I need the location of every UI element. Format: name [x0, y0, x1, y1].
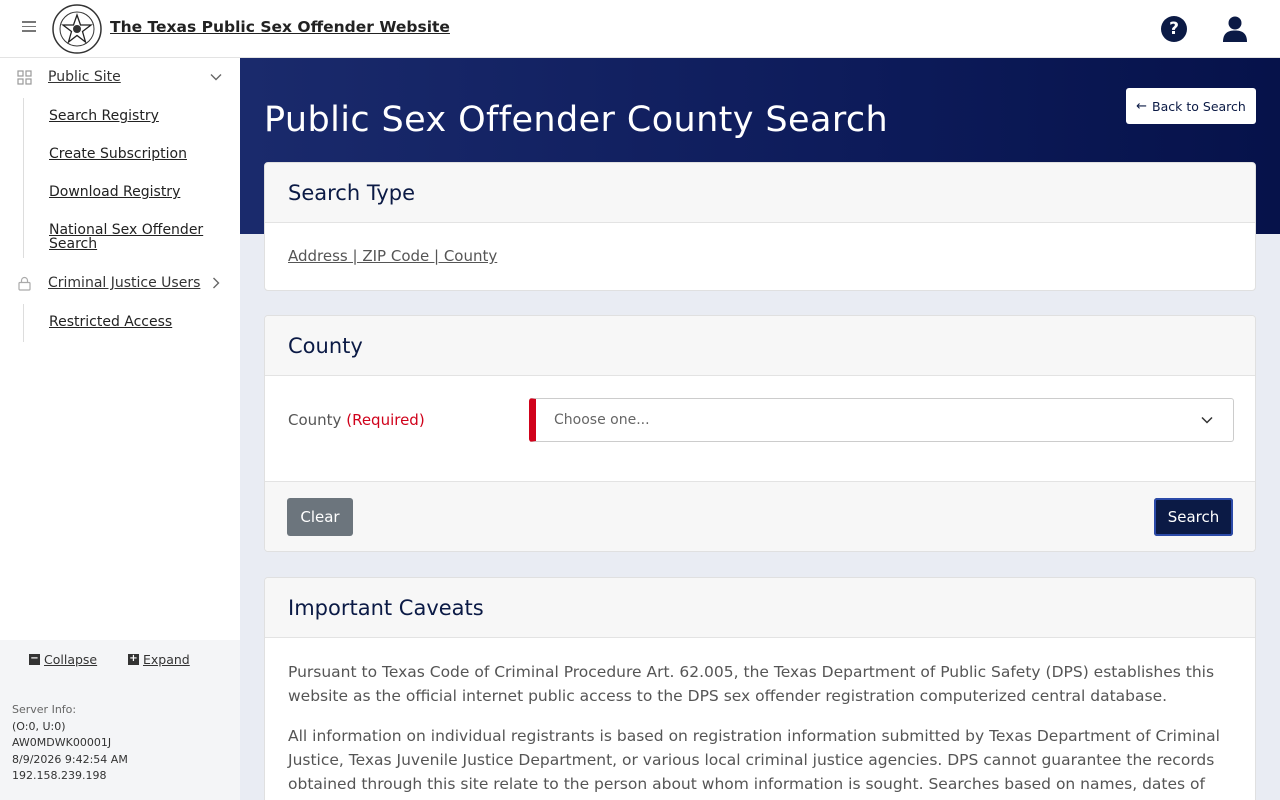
grid-icon [17, 69, 32, 85]
page-title: Public Sex Offender County Search [264, 100, 889, 140]
site-title-link[interactable]: The Texas Public Sex Offender Website [110, 18, 450, 36]
sidebar-group-public-site[interactable]: Public Site [0, 59, 240, 95]
sidebar-item-national-search[interactable]: National Sex Offender Search [49, 223, 219, 251]
clear-button[interactable]: Clear [287, 498, 353, 536]
county-select-value: Choose one... [554, 412, 650, 428]
back-button-label: Back to Search [1152, 98, 1246, 114]
server-info-label: Server Info: [12, 703, 77, 716]
required-marker: (Required) [346, 411, 425, 429]
arrow-left-icon: ← [1136, 98, 1148, 114]
search-type-links[interactable]: Address | ZIP Code | County [288, 247, 497, 265]
caveat-paragraph: All information on individual registrant… [288, 727, 1220, 793]
search-button[interactable]: Search [1154, 498, 1233, 536]
collapse-label: Collapse [44, 652, 98, 667]
caveats-heading: Important Caveats [288, 595, 484, 620]
card-footer: Clear Search [265, 481, 1255, 551]
chevron-down-icon [1201, 416, 1213, 424]
collapse-link[interactable]: − Collapse [29, 652, 97, 667]
server-info: Server Info: (O:0, U:0) AW0MDWK00001J 8/… [12, 702, 128, 785]
county-card: County County (Required) Choose one... C… [264, 315, 1256, 552]
user-icon[interactable] [1222, 15, 1248, 43]
chevron-right-icon [213, 277, 220, 289]
sidebar-item-restricted-access[interactable]: Restricted Access [49, 315, 172, 329]
question-circle-icon[interactable]: ? [1161, 16, 1187, 42]
server-info-line: AW0MDWK00001J [12, 736, 112, 749]
menu-icon[interactable] [22, 21, 36, 35]
sidebar-group-label: Public Site [48, 69, 121, 85]
caveat-paragraph: Pursuant to Texas Code of Criminal Proce… [288, 663, 1215, 705]
server-info-line: 8/9/2026 9:42:54 AM [12, 752, 128, 766]
back-to-search-button[interactable]: ← Back to Search [1126, 88, 1256, 124]
minus-icon: − [29, 653, 40, 665]
sidebar: Public Site Search Registry Create Subsc… [0, 58, 240, 800]
search-type-card: Search Type Address | ZIP Code | County [264, 162, 1256, 291]
sidebar-group-label: Criminal Justice Users [48, 275, 201, 291]
county-label-text: County [288, 411, 342, 429]
card-header: Search Type [265, 163, 1255, 223]
county-field-label: County (Required) [288, 411, 425, 429]
nav-divider [23, 304, 24, 342]
expand-label: Expand [143, 652, 190, 667]
sidebar-item-create-subscription[interactable]: Create Subscription [49, 147, 187, 161]
plus-icon: + [128, 653, 139, 665]
sidebar-group-criminal-justice[interactable]: Criminal Justice Users [0, 265, 240, 301]
chevron-down-icon [210, 74, 222, 81]
top-header: The Texas Public Sex Offender Website ? [0, 0, 1280, 58]
card-header: Important Caveats [265, 578, 1255, 638]
county-select[interactable]: Choose one... [529, 398, 1234, 442]
texas-seal-logo [52, 4, 102, 54]
server-info-line: (O:0, U:0) [12, 719, 66, 733]
expand-link[interactable]: + Expand [128, 652, 190, 667]
county-heading: County [288, 333, 363, 358]
server-info-line: 192.158.239.198 [12, 769, 107, 782]
card-header: County [265, 316, 1255, 376]
sidebar-item-search-registry[interactable]: Search Registry [49, 109, 159, 123]
nav-divider [23, 98, 24, 258]
sidebar-item-download-registry[interactable]: Download Registry [49, 185, 180, 199]
lock-icon [18, 276, 31, 291]
sidebar-footer: − Collapse + Expand Server Info: (O:0, U… [0, 640, 240, 800]
search-type-heading: Search Type [288, 180, 416, 205]
caveats-card: Important Caveats Pursuant to Texas Code… [264, 577, 1256, 800]
